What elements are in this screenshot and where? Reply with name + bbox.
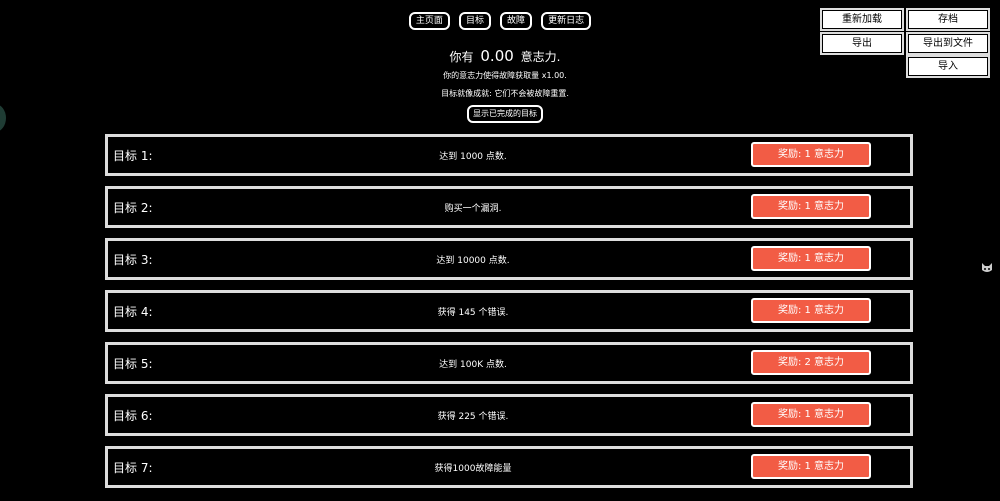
multiplier-text: 你的意志力使得故障获取量 x1.00.: [443, 71, 567, 80]
goal-description: 获得 225 个错误.: [437, 412, 509, 422]
goal-reward-button[interactable]: 奖励: 1 意志力: [751, 246, 871, 271]
goal-row: 目标 7: 获得1000故障能量 奖励: 1 意志力: [105, 446, 913, 488]
goal-description: 获得 145 个错误.: [437, 308, 509, 318]
tab-main[interactable]: 主页面: [408, 12, 450, 30]
goal-row: 目标 6: 获得 225 个错误. 奖励: 1 意志力: [105, 394, 913, 436]
goal-description: 达到 1000 点数.: [439, 152, 507, 162]
goal-reward-button[interactable]: 奖励: 1 意志力: [751, 454, 871, 479]
tab-glitch[interactable]: 故障: [500, 12, 533, 30]
willpower-display: 你有 0.00 意志力.: [0, 47, 1000, 65]
goal-row: 目标 4: 获得 145 个错误. 奖励: 1 意志力: [105, 290, 913, 332]
goal-reward-button[interactable]: 奖励: 1 意志力: [751, 142, 871, 167]
goal-reward-button[interactable]: 奖励: 2 意志力: [751, 350, 871, 375]
goal-description: 购买一个漏洞.: [444, 204, 502, 214]
tab-goals[interactable]: 目标: [458, 12, 491, 30]
goal-row: 目标 2: 购买一个漏洞. 奖励: 1 意志力: [105, 186, 913, 228]
goal-reward-button[interactable]: 奖励: 1 意志力: [751, 402, 871, 427]
save-button[interactable]: 存档: [906, 8, 990, 31]
reload-button[interactable]: 重新加载: [820, 8, 904, 31]
goal-description: 达到 100K 点数.: [439, 360, 507, 370]
cat-icon[interactable]: [981, 262, 993, 274]
willpower-value: 0.00: [480, 47, 514, 65]
tab-changelog[interactable]: 更新日志: [541, 12, 592, 30]
goal-description: 达到 10000 点数.: [436, 256, 510, 266]
goal-description: 获得1000故障能量: [434, 464, 512, 474]
show-completed-button[interactable]: 显示已完成的目标: [467, 105, 543, 123]
will-prefix: 你有: [449, 50, 474, 64]
goal-row: 目标 1: 达到 1000 点数. 奖励: 1 意志力: [105, 134, 913, 176]
goals-note: 目标就像成就: 它们不会被故障重置.: [441, 89, 569, 98]
goal-row: 目标 5: 达到 100K 点数. 奖励: 2 意志力: [105, 342, 913, 384]
will-suffix: 意志力.: [520, 50, 561, 64]
goal-reward-button[interactable]: 奖励: 1 意志力: [751, 298, 871, 323]
goal-reward-button[interactable]: 奖励: 1 意志力: [751, 194, 871, 219]
goal-row: 目标 3: 达到 10000 点数. 奖励: 1 意志力: [105, 238, 913, 280]
goals-header: 你有 0.00 意志力. 你的意志力使得故障获取量 x1.00. 目标就像成就:…: [0, 47, 1000, 123]
